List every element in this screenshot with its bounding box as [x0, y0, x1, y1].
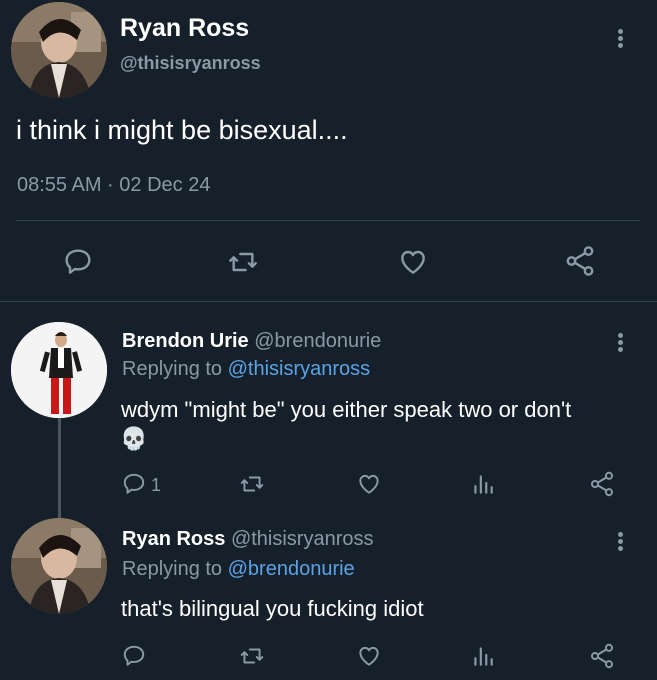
heart-icon[interactable]: [355, 471, 383, 497]
avatar[interactable]: [11, 2, 107, 98]
brendon-urie-avatar-image: [11, 322, 107, 418]
analytics-icon[interactable]: [470, 643, 496, 669]
replying-to-label: Replying to: [122, 358, 223, 380]
reply-header: Brendon Urie @brendonurie: [122, 330, 381, 353]
reply-icon[interactable]: [62, 246, 94, 278]
replying-to-handle[interactable]: @brendonurie: [228, 558, 355, 580]
replying-to-handle[interactable]: @thisisryanross: [228, 358, 371, 380]
share-icon[interactable]: [588, 470, 616, 498]
author-handle[interactable]: @brendonurie: [254, 330, 381, 352]
share-icon[interactable]: [563, 244, 597, 278]
thread-line: [58, 418, 61, 518]
skull-emoji: 💀: [120, 426, 148, 451]
retweet-icon[interactable]: [226, 246, 260, 278]
avatar[interactable]: [11, 322, 107, 418]
tweet-text: i think i might be bisexual....: [16, 115, 348, 145]
more-options-button[interactable]: [618, 331, 623, 354]
author-name[interactable]: Brendon Urie: [122, 330, 249, 352]
reply-header: Ryan Ross @thisisryanross: [122, 528, 374, 551]
reply-icon[interactable]: [121, 643, 147, 669]
divider: [0, 301, 657, 302]
author-name[interactable]: Ryan Ross: [122, 528, 225, 550]
replying-to: Replying to @thisisryanross: [122, 358, 370, 381]
analytics-icon[interactable]: [470, 471, 496, 497]
ryan-ross-avatar-image: [11, 518, 107, 614]
replying-to: Replying to @brendonurie: [122, 558, 355, 581]
tweet-timestamp: 08:55 AM · 02 Dec 24: [17, 174, 211, 196]
replying-to-label: Replying to: [122, 558, 223, 580]
avatar[interactable]: [11, 518, 107, 614]
reply-text: wdym "might be" you either speak two or …: [121, 397, 572, 422]
reply-count: 1: [151, 475, 162, 495]
author-name[interactable]: Ryan Ross: [120, 14, 249, 43]
author-handle[interactable]: @thisisryanross: [231, 528, 374, 550]
share-icon[interactable]: [588, 642, 616, 670]
retweet-icon[interactable]: [238, 643, 266, 669]
more-options-button[interactable]: [618, 27, 623, 50]
more-options-button[interactable]: [618, 530, 623, 553]
retweet-icon[interactable]: [238, 471, 266, 497]
reply-icon[interactable]: [121, 471, 147, 497]
heart-icon[interactable]: [355, 643, 383, 669]
reply-text: that's bilingual you fucking idiot: [121, 596, 424, 621]
heart-icon[interactable]: [396, 246, 430, 278]
divider: [16, 220, 640, 221]
ryan-ross-avatar-image: [11, 2, 107, 98]
author-handle[interactable]: @thisisryanross: [120, 53, 261, 74]
